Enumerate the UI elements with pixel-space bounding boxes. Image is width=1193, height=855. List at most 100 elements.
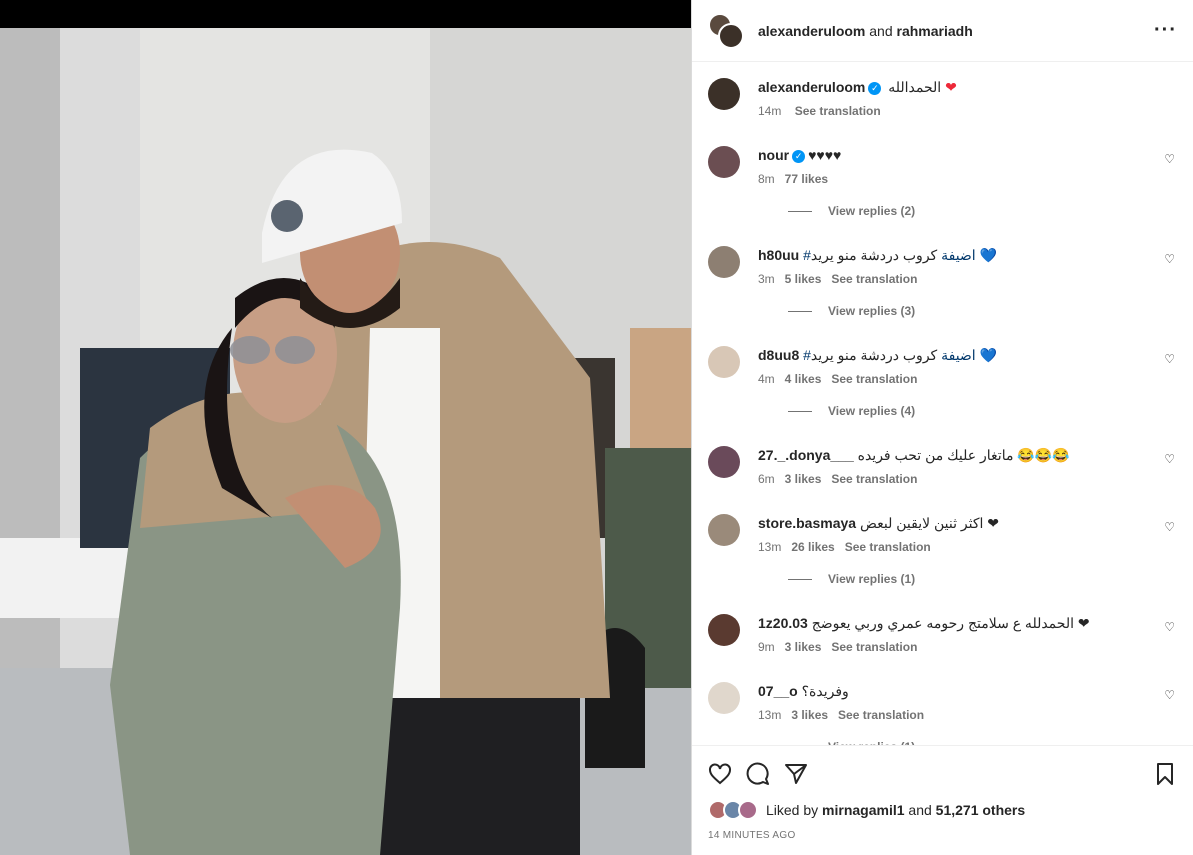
- comment-text: h80uu #اضيفة كروب دردشة منو يريد 💙: [758, 246, 1183, 264]
- avatar: [738, 800, 758, 820]
- see-translation-link[interactable]: See translation: [831, 272, 917, 286]
- comment-time: 4m: [758, 372, 775, 386]
- comment-likes[interactable]: 3 likes: [785, 640, 822, 654]
- comment-meta: 4m 4 likes See translation: [758, 372, 1183, 386]
- avatar[interactable]: [708, 682, 740, 714]
- view-replies-label: View replies (4): [828, 404, 916, 418]
- like-comment-heart-icon[interactable]: ♡: [1164, 352, 1175, 366]
- like-comment-heart-icon[interactable]: ♡: [1164, 252, 1175, 266]
- comment-likes[interactable]: 3 likes: [785, 472, 822, 486]
- view-replies-button[interactable]: View replies (1): [758, 572, 1183, 586]
- comment-meta: 6m 3 likes See translation: [758, 472, 1183, 486]
- like-comment-heart-icon[interactable]: ♡: [1164, 152, 1175, 166]
- post-actions: Liked by mirnagamil1 and 51,271 others 1…: [692, 745, 1193, 841]
- comment-meta: 3m 5 likes See translation: [758, 272, 1183, 286]
- comment-meta: 9m 3 likes See translation: [758, 640, 1183, 654]
- comment-user[interactable]: 27._.donya___: [758, 447, 854, 463]
- comment-body: كروب دردشة منو يريد: [810, 347, 938, 363]
- others-link[interactable]: 51,271 others: [936, 802, 1026, 818]
- comment-meta: 8m 77 likes: [758, 172, 1183, 186]
- author-link[interactable]: alexanderuloom: [758, 23, 865, 39]
- comment-emoji: 💙: [979, 247, 998, 263]
- post-timestamp: 14 MINUTES AGO: [708, 830, 796, 841]
- comment-user[interactable]: store.basmaya: [758, 515, 856, 531]
- liked-by-text: Liked by: [766, 802, 819, 818]
- coauthor-link[interactable]: rahmariadh: [897, 23, 973, 39]
- caption-time: 14m: [758, 104, 782, 118]
- see-translation-link[interactable]: See translation: [795, 104, 881, 118]
- comment-time: 8m: [758, 172, 775, 186]
- comment-emoji: 😂😂😂: [1017, 447, 1070, 463]
- see-translation-link[interactable]: See translation: [831, 640, 917, 654]
- avatar[interactable]: [708, 146, 740, 178]
- verified-badge-icon: ✓: [792, 150, 806, 163]
- comment-body: الحمدلله ع سلامتج رحومه عمري وربي يعوضج: [811, 615, 1074, 631]
- avatar[interactable]: [708, 346, 740, 378]
- comment-text: 07__o وفريدة؟: [758, 682, 1183, 700]
- comment-item: d8uu8 #اضيفة كروب دردشة منو يريد 💙 ♡ 4m 4 l…: [692, 346, 1183, 418]
- caption: alexanderuloom ✓ الحمدالله ❤ 14m See tran…: [692, 78, 1183, 118]
- avatar[interactable]: [708, 514, 740, 546]
- comment-user[interactable]: d8uu8: [758, 347, 799, 363]
- author-avatars[interactable]: [708, 12, 744, 49]
- post-photo[interactable]: [0, 28, 691, 855]
- verified-badge-icon: ✓: [868, 82, 882, 95]
- like-comment-heart-icon[interactable]: ♡: [1164, 452, 1175, 466]
- like-comment-heart-icon[interactable]: ♡: [1164, 520, 1175, 534]
- comment-text: 27._.donya___ ماتغار عليك من تحب فريده 😂…: [758, 446, 1183, 464]
- comment-body: كروب دردشة منو يريد: [810, 247, 938, 263]
- view-replies-label: View replies (3): [828, 304, 916, 318]
- author-names: alexanderuloom and rahmariadh: [758, 23, 1154, 39]
- comment-time: 13m: [758, 708, 782, 722]
- comment-icon[interactable]: [746, 762, 770, 786]
- comment-text: d8uu8 #اضيفة كروب دردشة منو يريد 💙: [758, 346, 1183, 364]
- liker-avatars[interactable]: [708, 800, 760, 820]
- comment-likes[interactable]: 4 likes: [785, 372, 822, 386]
- comment-body: ماتغار عليك من تحب فريده: [857, 447, 1014, 463]
- comment-user[interactable]: 1z20.03: [758, 615, 808, 631]
- view-replies-button[interactable]: View replies (4): [758, 404, 1183, 418]
- comments-list[interactable]: alexanderuloom ✓ الحمدالله ❤ 14m See tran…: [692, 62, 1193, 745]
- comment-time: 9m: [758, 640, 775, 654]
- comment-meta: 13m 26 likes See translation: [758, 540, 1183, 554]
- view-replies-button[interactable]: View replies (2): [758, 204, 1183, 218]
- avatar[interactable]: [708, 446, 740, 478]
- comment-body: اكثر ثنين لايقين لبعض: [859, 515, 984, 531]
- see-translation-link[interactable]: See translation: [838, 708, 924, 722]
- like-comment-heart-icon[interactable]: ♡: [1164, 688, 1175, 702]
- post-details-panel: alexanderuloom and rahmariadh ··· alexan…: [691, 0, 1193, 855]
- comment-item: nour ✓ ♥♥♥♥ ♡ 8m 77 likes View replies (2): [692, 146, 1183, 218]
- comment-user[interactable]: 07__o: [758, 683, 798, 699]
- more-options-button[interactable]: ···: [1154, 19, 1177, 42]
- comment-likes[interactable]: 3 likes: [791, 708, 828, 722]
- heart-icon[interactable]: [708, 762, 732, 786]
- post-header: alexanderuloom and rahmariadh ···: [692, 0, 1193, 62]
- liker-link[interactable]: mirnagamil1: [822, 802, 904, 818]
- caption-user[interactable]: alexanderuloom: [758, 79, 865, 95]
- view-replies-label: View replies (1): [828, 572, 916, 586]
- see-translation-link[interactable]: See translation: [831, 472, 917, 486]
- avatar[interactable]: [708, 614, 740, 646]
- view-replies-button[interactable]: View replies (3): [758, 304, 1183, 318]
- avatar[interactable]: [718, 22, 744, 49]
- comment-text: 1z20.03 الحمدلله ع سلامتج رحومه عمري ورب…: [758, 614, 1183, 632]
- comment-likes[interactable]: 26 likes: [791, 540, 834, 554]
- like-comment-heart-icon[interactable]: ♡: [1164, 620, 1175, 634]
- see-translation-link[interactable]: See translation: [831, 372, 917, 386]
- share-icon[interactable]: [784, 762, 808, 786]
- comment-user[interactable]: h80uu: [758, 247, 799, 263]
- comment-likes[interactable]: 77 likes: [785, 172, 828, 186]
- bookmark-icon[interactable]: [1153, 762, 1177, 786]
- avatar[interactable]: [708, 246, 740, 278]
- comment-user[interactable]: nour: [758, 147, 789, 163]
- view-replies-label: View replies (2): [828, 204, 916, 218]
- comment-meta: 13m 3 likes See translation: [758, 708, 1183, 722]
- comment-time: 6m: [758, 472, 775, 486]
- see-translation-link[interactable]: See translation: [845, 540, 931, 554]
- caption-meta: 14m See translation: [758, 104, 1183, 118]
- avatar[interactable]: [708, 78, 740, 110]
- comment-item: store.basmaya اكثر ثنين لايقين لبعض ❤ ♡ 13…: [692, 514, 1183, 586]
- and-text: and: [869, 22, 893, 39]
- comment-body: وفريدة؟: [801, 683, 849, 699]
- comment-likes[interactable]: 5 likes: [785, 272, 822, 286]
